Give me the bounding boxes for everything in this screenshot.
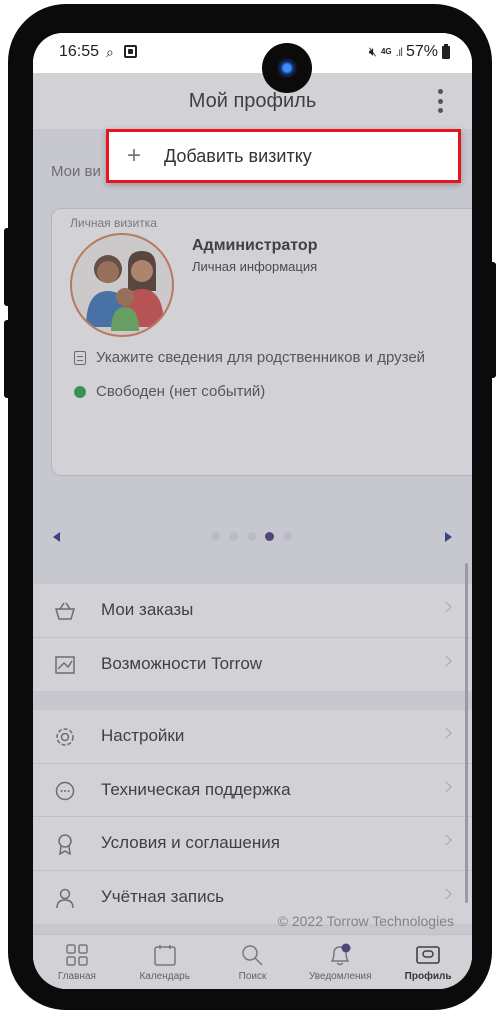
scrollbar[interactable]: [465, 563, 468, 903]
status-bar: 16:55 ⌕ 🔇︎ 4G .ıl 57%: [33, 33, 472, 73]
phone-screen: 16:55 ⌕ 🔇︎ 4G .ıl 57% Мой профиль Мои ви…: [33, 33, 472, 989]
power-button: [488, 262, 496, 378]
add-card-menu-item[interactable]: + Добавить визитку: [106, 129, 461, 183]
volume-up-button: [4, 228, 12, 306]
front-camera: [262, 43, 312, 93]
battery-icon: [442, 43, 450, 59]
mute-icon: 🔇︎: [368, 44, 377, 59]
volume-down-button: [4, 320, 12, 398]
status-search-icon: ⌕: [106, 44, 114, 60]
network-type: 4G: [380, 47, 392, 56]
status-time: 16:55: [59, 43, 100, 60]
plus-icon: +: [127, 142, 142, 169]
battery-percent: 57%: [405, 43, 438, 60]
dim-overlay[interactable]: [33, 73, 472, 989]
add-card-label: Добавить визитку: [164, 146, 312, 166]
status-app-icon: [124, 45, 137, 58]
status-right-group: 🔇︎ 4G .ıl 57%: [369, 43, 450, 61]
signal-icon: .ıl: [395, 45, 403, 59]
